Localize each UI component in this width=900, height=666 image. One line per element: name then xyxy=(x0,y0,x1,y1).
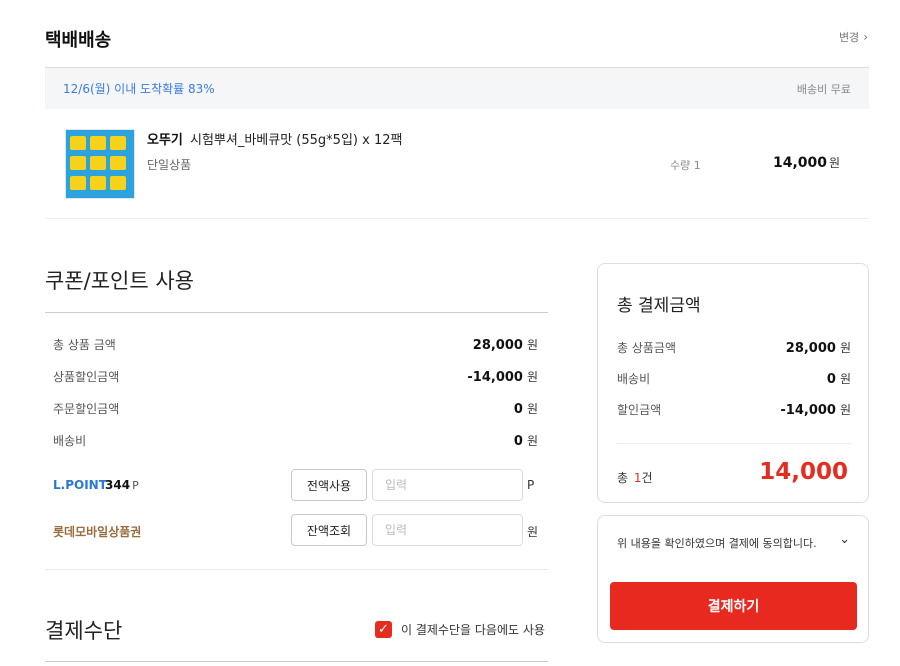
use-all-points-button[interactable]: 전액사용 xyxy=(291,469,367,501)
delivery-info-bar: 12/6(월) 이내 도착확률 83% 배송비 무료 xyxy=(45,67,869,109)
section-divider xyxy=(45,312,548,313)
summary-value: 0원 xyxy=(513,433,538,449)
chevron-right-icon: › xyxy=(863,30,868,44)
product-brand: 오뚜기 xyxy=(147,133,183,148)
lpoint-input-unit: P xyxy=(527,478,535,492)
delivery-eta: 12/6(월) 이내 도착확률 83% xyxy=(63,82,215,96)
summary-row-order-discount: 주문할인금액 0원 xyxy=(45,398,538,418)
pay-button[interactable]: 결제하기 xyxy=(610,582,857,630)
reuse-payment-label: 이 결제수단을 다음에도 사용 xyxy=(401,623,545,637)
total-row-discount: 할인금액 -14,000 원 xyxy=(617,403,851,418)
summary-value: -14,000 원 xyxy=(467,369,538,385)
giftcard-row: 롯데모바일상품권 잔액조회 원 xyxy=(45,513,548,547)
summary-label: 상품할인금액 xyxy=(53,369,120,384)
summary-label: 배송비 xyxy=(53,433,87,448)
product-price-currency: 원 xyxy=(829,156,841,170)
change-label: 변경 xyxy=(838,31,860,44)
product-price: 14,000 원 xyxy=(773,154,840,171)
agreement-text: 위 내용을 확인하였으며 결제에 동의합니다. xyxy=(617,537,817,550)
lpoint-input[interactable] xyxy=(372,469,523,501)
item-count: 총 1건 xyxy=(617,471,653,485)
shipping-title: 택배배송 xyxy=(45,30,112,51)
total-title: 총 결제금액 xyxy=(617,296,701,316)
giftcard-input-unit: 원 xyxy=(527,525,539,539)
check-balance-button[interactable]: 잔액조회 xyxy=(291,514,367,546)
reuse-payment-checkbox[interactable]: ✓ 이 결제수단을 다음에도 사용 xyxy=(375,621,545,638)
shipping-fee: 배송비 무료 xyxy=(796,82,851,96)
product-price-value: 14,000 xyxy=(773,155,828,171)
payment-section-title: 결제수단 xyxy=(45,619,123,643)
lpoint-label: L.POINT xyxy=(53,478,107,492)
summary-row-product-discount: 상품할인금액 -14,000 원 xyxy=(45,366,538,386)
summary-value: 0원 xyxy=(513,401,538,417)
giftcard-label: 롯데모바일상품권 xyxy=(53,525,142,539)
section-divider xyxy=(45,569,548,570)
section-divider xyxy=(45,661,548,662)
product-name[interactable]: 시험뿌셔_바베큐맛 (55g*5입) x 12팩 xyxy=(190,129,402,148)
total-row-shipping: 배송비 0원 xyxy=(617,372,851,387)
lpoint-row: L.POINT 344P 전액사용 P xyxy=(45,468,548,502)
total-row-product: 총 상품금액 28,000 원 xyxy=(617,341,851,356)
summary-label: 총 상품 금액 xyxy=(53,337,116,352)
giftcard-input[interactable] xyxy=(372,514,523,546)
chevron-down-icon[interactable]: ⌄ xyxy=(839,532,850,547)
total-amount: 14,000 xyxy=(759,459,848,485)
summary-label: 주문할인금액 xyxy=(53,401,120,416)
summary-value: 28,000 원 xyxy=(472,337,538,353)
product-row: 오뚜기 시험뿌셔_바베큐맛 (55g*5입) x 12팩 단일상품 수량 1 1… xyxy=(45,109,869,219)
checkmark-icon[interactable]: ✓ xyxy=(375,621,392,638)
product-type: 단일상품 xyxy=(147,158,192,172)
product-thumbnail[interactable] xyxy=(65,129,135,199)
agreement-box: 위 내용을 확인하였으며 결제에 동의합니다. ⌄ 결제하기 xyxy=(597,515,869,643)
total-payment-box: 총 결제금액 총 상품금액 28,000 원 배송비 0원 할인금액 -14,00… xyxy=(597,263,869,503)
change-shipping-link[interactable]: 변경 › xyxy=(839,29,868,45)
summary-row-total-product: 총 상품 금액 28,000 원 xyxy=(45,334,538,354)
summary-row-shipping: 배송비 0원 xyxy=(45,430,538,450)
lpoint-balance: 344 P xyxy=(105,478,139,492)
coupon-section-title: 쿠폰/포인트 사용 xyxy=(45,269,194,293)
product-quantity: 수량 1 xyxy=(670,159,701,172)
total-divider xyxy=(617,443,851,444)
